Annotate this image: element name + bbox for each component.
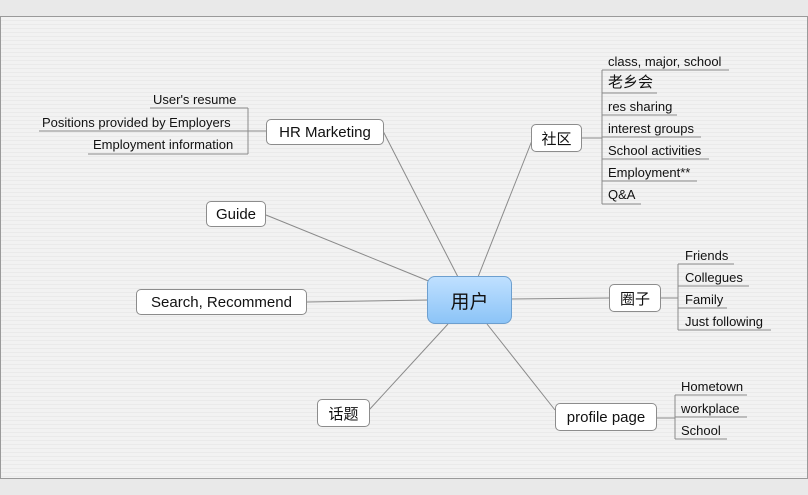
connector-community	[477, 137, 534, 278]
node-search-recommend[interactable]: Search, Recommend	[136, 289, 307, 315]
leaf-qa[interactable]: Q&A	[608, 187, 635, 203]
node-profile-page[interactable]: profile page	[555, 403, 657, 431]
node-hr-marketing[interactable]: HR Marketing	[266, 119, 384, 145]
leaf-collegues[interactable]: Collegues	[685, 270, 743, 286]
leaf-just-following[interactable]: Just following	[685, 314, 763, 330]
central-node-user[interactable]: 用户	[427, 276, 512, 324]
connector-profile	[486, 323, 556, 411]
connector-guide	[265, 214, 432, 283]
node-circle[interactable]: 圈子	[609, 284, 661, 312]
leaf-positions-by-employers[interactable]: Positions provided by Employers	[42, 115, 231, 131]
node-guide[interactable]: Guide	[206, 201, 266, 227]
connector-search	[306, 299, 429, 303]
leaf-res-sharing[interactable]: res sharing	[608, 99, 672, 115]
leaf-workplace[interactable]: workplace	[681, 401, 740, 417]
leaf-class-major-school[interactable]: class, major, school	[608, 54, 721, 70]
leaf-school-activities[interactable]: School activities	[608, 143, 701, 159]
leaf-hometown[interactable]: Hometown	[681, 379, 743, 395]
leaf-friends[interactable]: Friends	[685, 248, 728, 264]
leaf-hometown-association[interactable]: 老乡会	[608, 75, 653, 91]
mind-map-canvas: 用户 HR Marketing Guide Search, Recommend …	[0, 16, 808, 479]
node-topics[interactable]: 话题	[317, 399, 370, 427]
leaf-users-resume[interactable]: User's resume	[153, 92, 236, 108]
leaf-employment[interactable]: Employment**	[608, 165, 690, 181]
leaf-family[interactable]: Family	[685, 292, 723, 308]
leaf-interest-groups[interactable]: interest groups	[608, 121, 694, 137]
leaf-employment-information[interactable]: Employment information	[93, 137, 233, 153]
connector-topics	[368, 323, 449, 411]
leaf-school[interactable]: School	[681, 423, 721, 439]
node-community[interactable]: 社区	[531, 124, 582, 152]
connector-circle	[510, 297, 610, 300]
connector-hr-marketing	[382, 130, 459, 278]
